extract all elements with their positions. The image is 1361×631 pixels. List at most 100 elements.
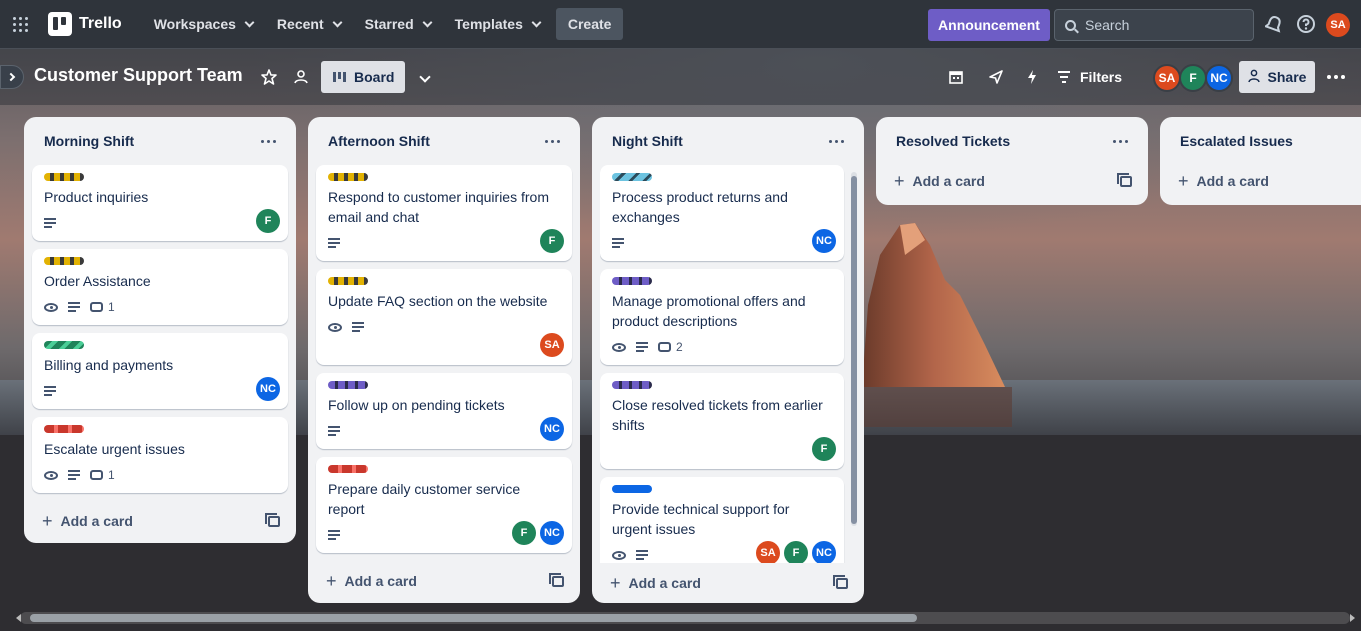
comment-icon bbox=[658, 342, 671, 352]
share-button[interactable]: Share bbox=[1239, 61, 1315, 93]
starred-menu[interactable]: Starred bbox=[353, 8, 443, 40]
card[interactable]: Process product returns and exchanges NC bbox=[600, 165, 844, 261]
member-avatar[interactable]: F bbox=[512, 521, 536, 545]
card-label[interactable] bbox=[44, 341, 84, 349]
card-label[interactable] bbox=[328, 381, 368, 389]
card-title: Process product returns and exchanges bbox=[612, 189, 788, 225]
list-title[interactable]: Escalated Issues bbox=[1180, 133, 1293, 149]
board-member-avatar[interactable]: NC bbox=[1205, 64, 1233, 92]
list-title[interactable]: Afternoon Shift bbox=[328, 133, 430, 149]
create-button[interactable]: Create bbox=[555, 8, 624, 40]
card-template-icon[interactable] bbox=[1117, 172, 1132, 187]
watch-eye-icon bbox=[44, 302, 58, 312]
board-menu-ellipsis-icon[interactable] bbox=[1327, 75, 1345, 79]
add-card-button[interactable]: + Add a card bbox=[884, 165, 1140, 197]
board-member-avatar[interactable]: SA bbox=[1153, 64, 1181, 92]
card[interactable]: Follow up on pending tickets NC bbox=[316, 373, 572, 449]
card-label[interactable] bbox=[44, 173, 84, 181]
card-label[interactable] bbox=[328, 277, 368, 285]
account-avatar[interactable]: SA bbox=[1326, 13, 1350, 37]
automation-lightning-icon[interactable] bbox=[1022, 67, 1042, 87]
member-avatar[interactable]: F bbox=[784, 541, 808, 563]
chevron-down-icon bbox=[531, 17, 542, 27]
list-menu-ellipsis-icon[interactable] bbox=[1109, 136, 1132, 147]
card[interactable]: Provide technical support for urgent iss… bbox=[600, 477, 844, 563]
list-title[interactable]: Morning Shift bbox=[44, 133, 134, 149]
scroll-right-arrow-icon[interactable] bbox=[1350, 614, 1355, 622]
power-ups-rocket-icon[interactable] bbox=[986, 67, 1006, 87]
search-input[interactable]: Search bbox=[1054, 9, 1254, 41]
card-title: Follow up on pending tickets bbox=[328, 397, 505, 413]
trello-logo[interactable]: Trello bbox=[42, 8, 128, 40]
star-icon[interactable] bbox=[259, 67, 279, 87]
add-card-button[interactable]: + Add a card bbox=[32, 501, 288, 541]
list-title[interactable]: Resolved Tickets bbox=[896, 133, 1010, 149]
help-icon[interactable] bbox=[1296, 14, 1316, 34]
card-label[interactable] bbox=[328, 465, 368, 473]
app-switcher-button[interactable] bbox=[0, 0, 40, 49]
card-template-icon[interactable] bbox=[833, 574, 848, 589]
card[interactable]: Billing and payments NC bbox=[32, 333, 288, 409]
card-label[interactable] bbox=[612, 173, 652, 181]
plus-icon: + bbox=[1178, 171, 1189, 191]
card-label[interactable] bbox=[612, 485, 652, 493]
add-card-button[interactable]: + Add a card bbox=[1168, 165, 1353, 197]
card-label[interactable] bbox=[612, 277, 652, 285]
member-avatar[interactable]: NC bbox=[540, 417, 564, 441]
list-header: Night Shift bbox=[600, 117, 856, 165]
notifications-bell-icon[interactable] bbox=[1264, 14, 1284, 34]
card-template-icon[interactable] bbox=[549, 572, 564, 587]
card[interactable]: Manage promotional offers and product de… bbox=[600, 269, 844, 365]
views-dropdown-chevron-icon[interactable] bbox=[415, 67, 435, 87]
add-card-button[interactable]: + Add a card bbox=[316, 561, 572, 601]
card-members: SA F NC bbox=[756, 541, 836, 563]
search-placeholder: Search bbox=[1085, 17, 1130, 33]
card[interactable]: Close resolved tickets from earlier shif… bbox=[600, 373, 844, 469]
list-menu-ellipsis-icon[interactable] bbox=[541, 136, 564, 147]
card[interactable]: Product inquiries F bbox=[32, 165, 288, 241]
add-card-button[interactable]: + Add a card bbox=[600, 563, 856, 603]
member-avatar[interactable]: SA bbox=[756, 541, 780, 563]
scroll-left-arrow-icon[interactable] bbox=[16, 614, 21, 622]
card-label[interactable] bbox=[44, 425, 84, 433]
workspaces-menu[interactable]: Workspaces bbox=[142, 8, 265, 40]
card-label[interactable] bbox=[328, 173, 368, 181]
announcement-button[interactable]: Announcement bbox=[928, 9, 1050, 41]
card-label[interactable] bbox=[44, 257, 84, 265]
member-avatar[interactable]: F bbox=[256, 209, 280, 233]
card[interactable]: Update FAQ section on the website SA bbox=[316, 269, 572, 365]
member-avatar[interactable]: NC bbox=[256, 377, 280, 401]
card[interactable]: Prepare daily customer service report F … bbox=[316, 457, 572, 553]
description-icon bbox=[68, 470, 80, 480]
list-title[interactable]: Night Shift bbox=[612, 133, 683, 149]
member-avatar[interactable]: NC bbox=[812, 229, 836, 253]
sidebar-expand-button[interactable] bbox=[0, 65, 24, 89]
board-horizontal-scrollbar-thumb[interactable] bbox=[30, 614, 917, 622]
member-avatar[interactable]: SA bbox=[540, 333, 564, 357]
card-template-icon[interactable] bbox=[265, 512, 280, 527]
workspace-visibility-icon[interactable] bbox=[291, 67, 311, 87]
member-avatar[interactable]: NC bbox=[540, 521, 564, 545]
chevron-right-icon bbox=[6, 72, 15, 82]
recent-menu[interactable]: Recent bbox=[265, 8, 353, 40]
list-menu-ellipsis-icon[interactable] bbox=[825, 136, 848, 147]
filters-button[interactable]: Filters bbox=[1058, 65, 1122, 89]
card-members: F NC bbox=[512, 521, 564, 545]
card[interactable]: Escalate urgent issues 1 bbox=[32, 417, 288, 493]
card[interactable]: Order Assistance 1 bbox=[32, 249, 288, 325]
board-member-avatar[interactable]: F bbox=[1179, 64, 1207, 92]
card[interactable]: Respond to customer inquiries from email… bbox=[316, 165, 572, 261]
card-label[interactable] bbox=[612, 381, 652, 389]
list-menu-ellipsis-icon[interactable] bbox=[257, 136, 280, 147]
list-scrollbar-thumb[interactable] bbox=[851, 176, 857, 524]
templates-menu[interactable]: Templates bbox=[443, 8, 552, 40]
member-avatar[interactable]: F bbox=[540, 229, 564, 253]
board-title[interactable]: Customer Support Team bbox=[34, 65, 243, 86]
list-header: Escalated Issues bbox=[1168, 117, 1353, 165]
member-avatar[interactable]: F bbox=[812, 437, 836, 461]
calendar-power-up-icon[interactable] bbox=[946, 67, 966, 87]
list-resolved-tickets: Resolved Tickets + Add a card bbox=[876, 117, 1148, 205]
night-shift-cards-scroll[interactable]: Process product returns and exchanges NC… bbox=[600, 165, 856, 563]
board-view-button[interactable]: Board bbox=[321, 61, 405, 93]
member-avatar[interactable]: NC bbox=[812, 541, 836, 563]
